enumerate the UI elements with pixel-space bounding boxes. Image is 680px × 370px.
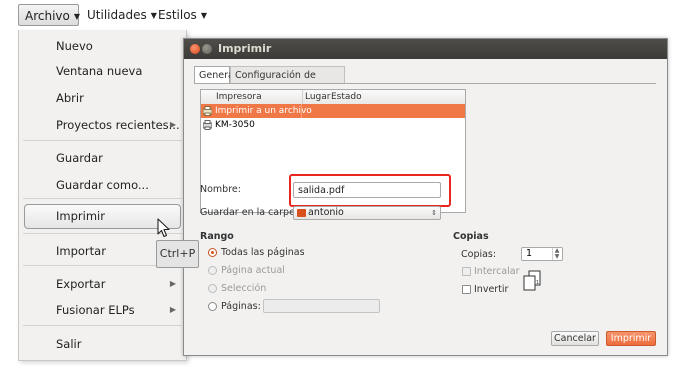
- radio-pages[interactable]: [208, 302, 217, 311]
- menu-item-label: Exportar: [56, 277, 106, 291]
- copies-stepper[interactable]: 1 ▲ ▼: [521, 247, 563, 261]
- menu-item-label: Nuevo: [56, 39, 93, 53]
- copies-label: Copias:: [461, 249, 497, 260]
- menu-archivo[interactable]: Archivo ▼: [18, 4, 81, 26]
- mouse-cursor-icon: [157, 218, 171, 242]
- printer-list-header: Impresora Lugar Estado: [201, 90, 465, 105]
- menu-item-label: Ventana nueva: [56, 64, 143, 78]
- column-divider: [301, 104, 302, 118]
- range-title: Rango: [200, 231, 234, 242]
- menu-item-abrir[interactable]: Abrir: [19, 87, 186, 109]
- folder-value: antonio: [308, 207, 344, 218]
- printer-row[interactable]: KM-3050: [201, 118, 465, 132]
- file-menu: Nuevo Ventana nueva Abrir Proyectos reci…: [18, 30, 187, 361]
- menu-item-fusionar-elps[interactable]: Fusionar ELPs ▶: [19, 299, 186, 321]
- name-field-highlight: [289, 174, 451, 207]
- chevron-right-icon: ▶: [169, 279, 176, 288]
- printer-name: KM-3050: [215, 120, 255, 130]
- reverse-label: Invertir: [474, 284, 509, 295]
- menu-estilos[interactable]: Estilos ▼: [152, 4, 212, 26]
- tab-general[interactable]: General: [194, 66, 236, 83]
- stepper-arrows-icon[interactable]: ▲ ▼: [552, 248, 561, 260]
- dialog-titlebar: Imprimir: [184, 39, 667, 59]
- radio-all-pages[interactable]: [208, 248, 217, 257]
- menu-item-proyectos-recientes[interactable]: Proyectos recientes... ▶: [19, 114, 186, 136]
- cancel-button[interactable]: Cancelar: [551, 331, 599, 346]
- dialog-title: Imprimir: [218, 42, 272, 55]
- column-header-impresora[interactable]: Impresora: [216, 90, 262, 104]
- menu-item-label: Imprimir: [56, 209, 105, 223]
- all-pages-label: Todas las páginas: [221, 247, 305, 258]
- menu-item-exportar[interactable]: Exportar ▶: [19, 273, 186, 295]
- selection-label: Selección: [221, 283, 267, 294]
- collate-label: Intercalar: [474, 266, 520, 277]
- chevron-right-icon: ▶: [169, 120, 176, 129]
- menu-item-guardar-como[interactable]: Guardar como...: [19, 174, 186, 196]
- menu-separator: [23, 198, 182, 199]
- column-header-lugar[interactable]: Lugar: [302, 90, 331, 104]
- menu-utilidades-label: Utilidades: [87, 8, 147, 22]
- menu-archivo-label: Archivo: [25, 9, 70, 23]
- menu-item-nuevo[interactable]: Nuevo: [19, 35, 186, 57]
- chevron-down-icon: ▼: [73, 12, 81, 21]
- minimize-icon[interactable]: [202, 44, 212, 54]
- menubar: Archivo ▼ Utilidades ▼ Estilos ▼: [0, 0, 680, 30]
- printer-file-icon: [202, 106, 213, 116]
- menu-item-label: Proyectos recientes...: [56, 118, 180, 132]
- reverse-checkbox[interactable]: [462, 285, 471, 294]
- menu-utilidades[interactable]: Utilidades ▼: [81, 4, 157, 26]
- printer-row[interactable]: Imprimir a un archivo: [201, 104, 465, 118]
- home-folder-icon: [297, 209, 306, 217]
- chevron-right-icon: ▶: [169, 305, 176, 314]
- name-label: Nombre:: [200, 184, 241, 195]
- menu-separator: [23, 325, 182, 326]
- dropdown-arrows-icon: ⇕: [431, 209, 437, 217]
- collate-checkbox[interactable]: [462, 267, 471, 276]
- column-header-estado[interactable]: Estado: [331, 90, 362, 104]
- radio-selection[interactable]: [208, 284, 217, 293]
- menu-estilos-label: Estilos: [158, 8, 197, 22]
- menu-item-guardar[interactable]: Guardar: [19, 147, 186, 169]
- folder-select[interactable]: antonio ⇕: [293, 206, 441, 220]
- menu-item-label: Abrir: [56, 91, 84, 105]
- radio-current-page[interactable]: [208, 266, 217, 275]
- collate-pages-icon: 1: [520, 270, 544, 292]
- copies-title: Copias: [453, 231, 489, 242]
- shortcut-tooltip: Ctrl+P: [156, 240, 199, 268]
- pages-label: Páginas:: [221, 301, 261, 312]
- printer-name: Imprimir a un archivo: [215, 106, 312, 116]
- menu-item-ventana-nueva[interactable]: Ventana nueva: [19, 60, 186, 82]
- menu-item-label: Importar: [56, 244, 106, 258]
- menu-item-label: Guardar: [56, 151, 103, 165]
- menu-item-label: Salir: [56, 337, 82, 351]
- menu-item-salir[interactable]: Salir: [19, 333, 186, 355]
- print-button[interactable]: Imprimir: [606, 331, 656, 346]
- current-page-label: Página actual: [221, 265, 285, 276]
- folder-label: Guardar en la carpeta:: [200, 207, 308, 218]
- menu-separator: [23, 140, 182, 141]
- tab-configuracion-pagina[interactable]: Configuración de página: [230, 66, 345, 98]
- printer-icon: [202, 120, 213, 130]
- chevron-down-icon: ▼: [200, 11, 207, 20]
- svg-text:1: 1: [536, 280, 539, 286]
- menu-item-label: Guardar como...: [56, 178, 149, 192]
- menu-item-label: Fusionar ELPs: [56, 303, 135, 317]
- pages-field[interactable]: [263, 299, 380, 313]
- close-icon[interactable]: [190, 44, 200, 54]
- copies-value: 1: [526, 248, 533, 259]
